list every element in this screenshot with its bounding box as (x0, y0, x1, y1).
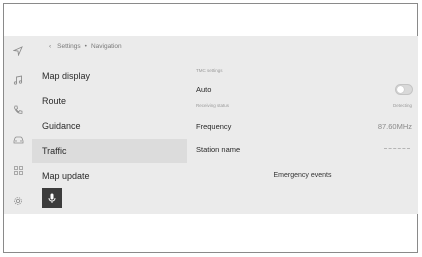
breadcrumb-current: Navigation (90, 43, 122, 50)
icon-sidebar (4, 36, 32, 214)
menu-item-label: Route (42, 96, 67, 106)
menu-item-label: Guidance (42, 121, 81, 131)
frequency-label: Frequency (196, 122, 232, 131)
menu-item-label: Map update (42, 171, 90, 181)
auto-toggle[interactable] (395, 84, 413, 95)
station-name-placeholder (384, 148, 410, 149)
receiving-status-value: Detecting (392, 103, 412, 108)
infotainment-screen: ‹ Settings • Navigation Map display Route G… (4, 36, 418, 214)
menu-item-label: Traffic (42, 146, 67, 156)
menu-item-map-update[interactable]: Map update (32, 164, 187, 188)
apps-grid-icon[interactable] (8, 162, 28, 178)
menu-item-guidance[interactable]: Guidance (32, 114, 187, 138)
breadcrumb-separator: • (84, 43, 87, 50)
menu-item-map-display[interactable]: Map display (32, 64, 187, 88)
music-note-icon[interactable] (8, 72, 28, 88)
tmc-settings-heading: TMC settings (196, 68, 223, 73)
auto-label: Auto (196, 85, 212, 94)
emergency-events-button[interactable]: Emergency events (187, 172, 418, 179)
menu-item-traffic[interactable]: Traffic (32, 139, 187, 163)
traffic-settings-panel: TMC settings Auto Receiving status Detec… (187, 36, 418, 214)
back-chevron-icon[interactable]: ‹ (49, 43, 51, 50)
navigation-arrow-icon[interactable] (8, 43, 28, 59)
toggle-knob (397, 86, 404, 93)
phone-icon[interactable] (8, 102, 28, 118)
voice-command-button[interactable] (42, 188, 62, 208)
microphone-icon (48, 193, 56, 203)
breadcrumb: ‹ Settings • Navigation (49, 43, 122, 50)
car-icon[interactable] (8, 132, 28, 148)
menu-item-label: Map display (42, 71, 91, 81)
gear-icon[interactable] (8, 193, 28, 209)
navigation-settings-menu: ‹ Settings • Navigation Map display Route G… (32, 36, 187, 214)
menu-item-route[interactable]: Route (32, 89, 187, 113)
breadcrumb-parent[interactable]: Settings (57, 43, 81, 50)
receiving-status-label: Receiving status (196, 103, 230, 108)
station-name-label: Station name (196, 145, 241, 154)
frequency-value[interactable]: 87.60MHz (378, 122, 412, 131)
